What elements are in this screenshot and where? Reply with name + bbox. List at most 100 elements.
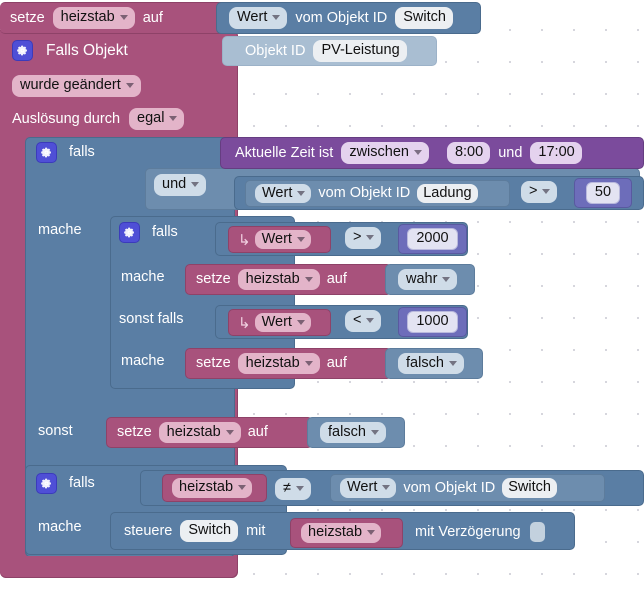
if-outer-do-label: mache	[38, 222, 82, 238]
number-50-block[interactable]: 50	[574, 178, 632, 208]
trigger-object-id-field[interactable]: PV-Leistung	[313, 40, 407, 62]
compare-operator-wrap: >	[521, 181, 558, 203]
get-value-inner-2-block[interactable]: ↳ Wert	[228, 309, 331, 336]
compare-inner-1-operator-dropdown[interactable]: >	[345, 227, 382, 249]
number-1000-field[interactable]: 1000	[407, 311, 458, 333]
trigger-condition-dropdown[interactable]: wurde geändert	[12, 75, 141, 97]
time-operator-dropdown[interactable]: zwischen	[341, 142, 429, 164]
control-delay-label: mit Verzögerung	[415, 523, 521, 540]
boolean-falsch-inner-dropdown[interactable]: falsch	[398, 352, 464, 375]
boolean-falsch-inner-block[interactable]: falsch	[385, 348, 483, 379]
trigger-title: Falls Objekt	[46, 41, 128, 59]
gear-icon[interactable]	[12, 40, 33, 61]
get-value-ladung-block[interactable]: Wert vom Objekt ID Ladung	[245, 180, 510, 207]
value-dropdown-label: Wert	[261, 313, 292, 330]
value-dropdown-label: Wert	[347, 479, 378, 496]
if-inner-label: falls	[152, 224, 178, 241]
set-variable-dropdown[interactable]: heizstab	[52, 7, 135, 29]
object-id-field-ladung[interactable]: Ladung	[417, 183, 478, 204]
set-heizstab-falsch-else-block[interactable]: setze heizstab auf	[106, 417, 313, 448]
chevron-down-icon	[272, 15, 281, 20]
gear-icon[interactable]	[36, 142, 57, 163]
value-dropdown-label: Wert	[237, 9, 268, 26]
set-heizstab-top-block[interactable]: setze heizstab auf	[0, 2, 228, 34]
value-dropdown-label: Wert	[262, 184, 293, 201]
value-dropdown-bottom[interactable]: Wert	[340, 478, 397, 498]
time-between-block[interactable]: Aktuelle Zeit ist zwischen 8:00 und 17:0…	[220, 137, 644, 169]
boolean-falsch-else-block[interactable]: falsch	[307, 417, 405, 448]
variable-heizstab-block[interactable]: heizstab	[162, 474, 267, 502]
trigger-source-dropdown[interactable]: egal	[129, 108, 185, 130]
object-id-field-bottom[interactable]: Switch	[502, 478, 557, 498]
value-dropdown-top[interactable]: Wert	[229, 7, 288, 29]
value-dropdown-label: Wert	[261, 230, 292, 247]
get-value-switch-block-top[interactable]: Wert vom Objekt ID Switch	[216, 2, 481, 34]
chevron-down-icon	[448, 360, 457, 366]
set-label: setze	[117, 424, 152, 441]
chevron-down-icon	[225, 429, 234, 435]
boolean-falsch-else-dropdown[interactable]: falsch	[320, 421, 386, 444]
trigger-condition-value: wurde geändert	[20, 77, 121, 93]
chevron-down-icon	[238, 485, 247, 490]
control-variable-dropdown[interactable]: heizstab	[301, 523, 382, 543]
time-operator-value: zwischen	[349, 144, 409, 161]
set-variable-dropdown[interactable]: heizstab	[237, 268, 320, 291]
set-label: setze	[196, 271, 231, 288]
gear-icon[interactable]	[119, 222, 140, 243]
set-variable-value: heizstab	[245, 354, 300, 371]
boolean-wahr-dropdown[interactable]: wahr	[398, 268, 458, 291]
set-variable-dropdown[interactable]: heizstab	[158, 421, 241, 444]
chevron-down-icon	[382, 485, 391, 490]
time-from-field[interactable]: 8:00	[446, 142, 491, 164]
number-2000-field[interactable]: 2000	[407, 228, 458, 250]
set-to-label: auf	[247, 424, 268, 441]
compare-bottom-operator-value: ≠	[283, 480, 291, 496]
control-delay-socket[interactable]	[529, 522, 545, 542]
compare-inner-2-operator-dropdown[interactable]: <	[345, 310, 382, 332]
compare-operator-dropdown[interactable]: >	[521, 181, 558, 203]
time-to-field[interactable]: 17:00	[530, 142, 582, 164]
variable-heizstab-value: heizstab	[179, 479, 234, 496]
boolean-wahr-value: wahr	[406, 270, 438, 287]
trigger-source-value: egal	[137, 110, 165, 126]
set-heizstab-falsch-inner-block[interactable]: setze heizstab auf	[185, 348, 392, 379]
set-heizstab-wahr-block[interactable]: setze heizstab auf	[185, 264, 392, 295]
set-variable-value: heizstab	[245, 270, 300, 287]
if-inner-do2-label: mache	[121, 353, 165, 369]
trigger-object-id-block[interactable]: Objekt ID PV-Leistung	[222, 36, 437, 66]
boolean-falsch-else-value: falsch	[328, 423, 366, 440]
get-value-inner-1-block[interactable]: ↳ Wert	[228, 226, 331, 253]
set-variable-value: heizstab	[60, 9, 115, 26]
value-dropdown-inner-1[interactable]: Wert	[254, 229, 311, 250]
number-1000-block[interactable]: 1000	[398, 307, 467, 337]
compare-bottom-operator-dropdown[interactable]: ≠	[275, 478, 311, 500]
number-50-field[interactable]: 50	[585, 182, 621, 204]
value-dropdown-ladung[interactable]: Wert	[255, 183, 312, 204]
chevron-down-icon	[169, 115, 178, 121]
return-value-icon: ↳	[238, 314, 251, 332]
from-object-id-label: vom Objekt ID	[295, 9, 388, 26]
control-variable-block[interactable]: heizstab	[290, 518, 403, 548]
value-dropdown-inner-2[interactable]: Wert	[254, 312, 311, 333]
gear-icon[interactable]	[36, 473, 57, 494]
if-outer-label: falls	[69, 144, 95, 161]
from-object-id-label: vom Objekt ID	[318, 185, 411, 202]
compare-operator-value: >	[529, 183, 538, 199]
control-target-field[interactable]: Switch	[180, 520, 239, 542]
get-value-switch-block-bottom[interactable]: Wert vom Objekt ID Switch	[330, 474, 605, 502]
chevron-down-icon	[304, 360, 313, 366]
object-id-field-top[interactable]: Switch	[395, 7, 453, 29]
chevron-down-icon	[297, 190, 306, 196]
if-inner-header: falls	[119, 222, 178, 243]
if-outer-header: falls	[36, 142, 95, 163]
number-2000-block[interactable]: 2000	[398, 224, 467, 254]
boolean-wahr-block[interactable]: wahr	[385, 264, 475, 295]
logic-and-dropdown[interactable]: und	[154, 174, 207, 196]
variable-heizstab-dropdown[interactable]: heizstab	[172, 478, 253, 498]
boolean-falsch-inner-value: falsch	[406, 354, 444, 371]
set-to-label: auf	[326, 271, 347, 288]
chevron-down-icon	[366, 234, 375, 240]
set-variable-dropdown[interactable]: heizstab	[237, 352, 320, 375]
if-bottom-header: falls	[36, 473, 95, 494]
chevron-down-icon	[442, 276, 451, 282]
